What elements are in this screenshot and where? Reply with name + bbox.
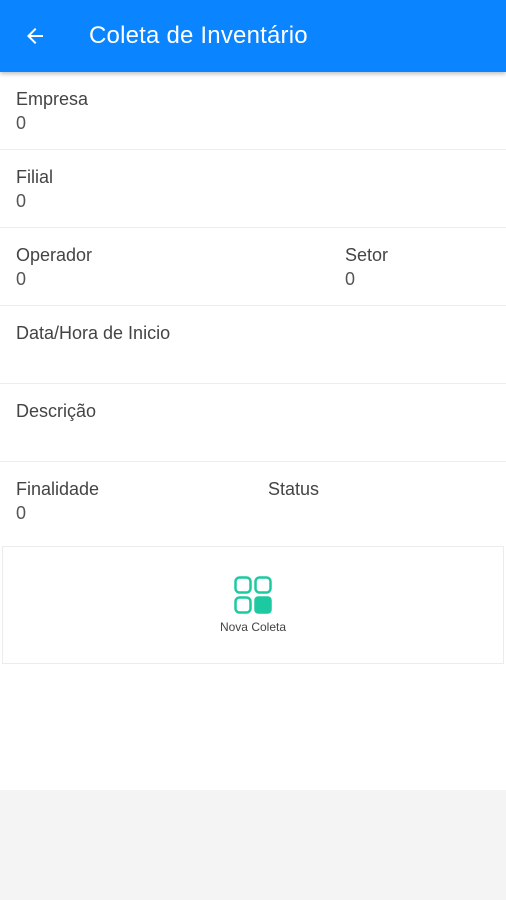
operador-label: Operador bbox=[16, 245, 93, 265]
grid-icon bbox=[234, 576, 272, 614]
filial-row: Filial 0 bbox=[0, 150, 506, 228]
descricao-field: Descrição bbox=[16, 399, 96, 423]
arrow-left-icon bbox=[27, 28, 43, 44]
data-hora-row: Data/Hora de Inicio bbox=[0, 306, 506, 384]
status-label: Status bbox=[268, 479, 320, 499]
page-title: Coleta de Inventário bbox=[89, 22, 308, 49]
setor-value: 0 bbox=[345, 269, 356, 289]
descricao-label: Descrição bbox=[16, 401, 97, 421]
finalidade-field: Finalidade 0 bbox=[16, 477, 99, 525]
empresa-field: Empresa 0 bbox=[16, 87, 88, 135]
app-bar: Coleta de Inventário bbox=[0, 0, 506, 72]
empresa-label: Empresa bbox=[16, 89, 89, 109]
empresa-value: 0 bbox=[16, 113, 27, 133]
descricao-row: Descrição bbox=[0, 384, 506, 462]
filial-field: Filial 0 bbox=[16, 165, 53, 213]
data-hora-field: Data/Hora de Inicio bbox=[16, 321, 170, 345]
nova-coleta-label: Nova Coleta bbox=[219, 620, 287, 634]
setor-field: Setor 0 bbox=[345, 243, 388, 291]
status-field: Status bbox=[268, 477, 319, 501]
finalidade-label: Finalidade bbox=[16, 479, 100, 499]
operador-setor-row: Operador 0 Setor 0 bbox=[0, 228, 506, 306]
operador-value: 0 bbox=[16, 269, 27, 289]
setor-label: Setor bbox=[345, 245, 389, 265]
finalidade-status-row: Finalidade 0 Status bbox=[0, 462, 506, 540]
filial-label: Filial bbox=[16, 167, 54, 187]
data-hora-label: Data/Hora de Inicio bbox=[16, 323, 171, 343]
back-button[interactable] bbox=[17, 18, 53, 54]
filial-value: 0 bbox=[16, 191, 27, 211]
nova-coleta-button[interactable]: Nova Coleta bbox=[2, 546, 504, 664]
form-content: Empresa 0 Filial 0 Operador 0 Setor 0 Da… bbox=[0, 72, 506, 790]
finalidade-value: 0 bbox=[16, 503, 27, 523]
empresa-row: Empresa 0 bbox=[0, 72, 506, 150]
operador-field: Operador 0 bbox=[16, 243, 92, 291]
